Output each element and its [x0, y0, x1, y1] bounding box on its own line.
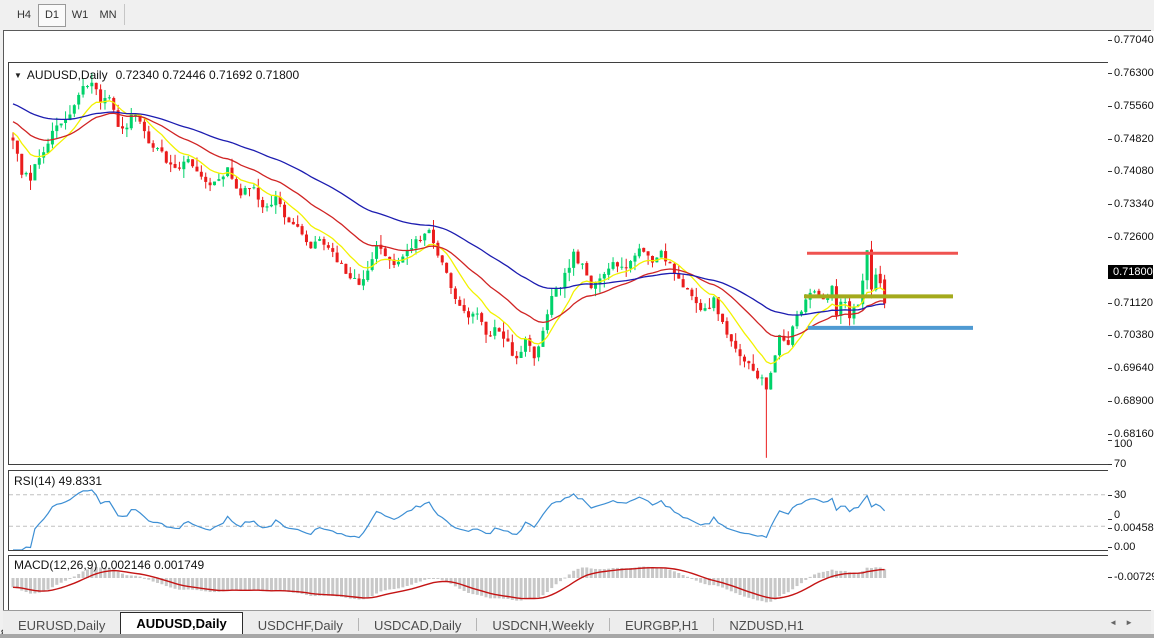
tabs-scroll-right-icon[interactable]: ►: [1125, 618, 1141, 627]
tabs-scroll-left-icon[interactable]: ◄: [1109, 618, 1125, 627]
rsi-tick-label: 100: [1114, 438, 1132, 450]
candlesticks-group: [12, 73, 887, 458]
macd-tick-label: -0.007292: [1114, 571, 1154, 583]
price-axis[interactable]: 0.77040 0.76300 0.75560 0.74820 0.74080 0.733…: [1108, 31, 1154, 610]
macd-tick-mark: [1108, 577, 1112, 578]
chart-title: ▼ AUDUSD,Daily 0.72340 0.72446 0.71692 0.7…: [14, 68, 299, 82]
tab-usdcad-daily[interactable]: USDCAD,Daily: [359, 616, 476, 635]
tab-eurusd-daily[interactable]: EURUSD,Daily: [3, 616, 120, 635]
price-tick-mark: [1108, 368, 1112, 369]
price-tick-label: 0.74820: [1114, 133, 1154, 145]
moving-average-ma-mid-red: [13, 113, 885, 337]
chart-window-frame: ▼ AUDUSD,Daily 0.72340 0.72446 0.71692 0.7…: [3, 30, 1151, 634]
macd-tick-mark: [1108, 547, 1112, 548]
main-chart-pane[interactable]: [8, 62, 1113, 465]
price-tick-mark: [1108, 237, 1112, 238]
price-tick-label: 0.71120: [1114, 297, 1153, 309]
timeframe-toolbar: H4D1W1MN: [0, 0, 1154, 30]
price-tick-mark: [1108, 73, 1112, 74]
timeframe-button-d1[interactable]: D1: [38, 4, 66, 27]
tab-eurgbp-h1[interactable]: EURGBP,H1: [610, 616, 713, 635]
timeframe-button-mn[interactable]: MN: [94, 4, 122, 27]
macd-tick-label: 0.00: [1114, 541, 1135, 553]
price-tick-label: 0.72600: [1114, 231, 1154, 243]
chart-tab-bar: EURUSD,DailyAUDUSD,DailyUSDCHF,DailyUSDC…: [3, 610, 1151, 635]
price-tick-label: 0.76300: [1114, 67, 1154, 79]
window-bottom-edge: [0, 634, 1154, 638]
tab-audusd-daily[interactable]: AUDUSD,Daily: [120, 612, 242, 635]
macd-tick-label: 0.004583: [1114, 522, 1154, 534]
price-tick-mark: [1108, 401, 1112, 402]
candlestick-chart[interactable]: [9, 63, 1112, 464]
macd-tick-mark: [1108, 528, 1112, 529]
price-tick-mark: [1108, 40, 1112, 41]
tab-nzdusd-h1[interactable]: NZDUSD,H1: [714, 616, 818, 635]
price-tick-mark: [1108, 335, 1112, 336]
price-tick-label: 0.69640: [1114, 362, 1154, 374]
price-tick-mark: [1108, 434, 1112, 435]
rsi-tick-mark: [1108, 519, 1112, 520]
macd-indicator-label: MACD(12,26,9) 0.002146 0.001749: [14, 558, 204, 572]
price-tick-mark: [1108, 303, 1112, 304]
price-tick-mark: [1108, 204, 1112, 205]
rsi-indicator-label: RSI(14) 49.8331: [14, 474, 102, 488]
rsi-tick-label: 70: [1114, 458, 1126, 470]
price-tick-label: 0.68900: [1114, 395, 1154, 407]
rsi-line: [13, 490, 885, 550]
chart-title-symbol: AUDUSD,Daily: [27, 68, 108, 82]
price-tick-label: 0.70380: [1114, 329, 1154, 341]
rsi-chart[interactable]: [9, 471, 1112, 550]
tab-scroll-arrows[interactable]: ◄►: [1109, 618, 1141, 627]
rsi-tick-mark: [1108, 495, 1112, 496]
price-tick-mark: [1108, 139, 1112, 140]
moving-average-ma-fast-yellow: [13, 101, 885, 364]
chart-collapse-icon[interactable]: ▼: [14, 71, 22, 80]
timeframe-button-w1[interactable]: W1: [66, 4, 94, 27]
toolbar-separator: [124, 4, 125, 25]
rsi-tick-mark: [1108, 440, 1112, 441]
price-tick-label: 0.77040: [1114, 34, 1154, 46]
price-tick-mark: [1108, 106, 1112, 107]
trading-terminal-window: H4D1W1MN ▼ AUDUSD,Daily 0.72340 0.72446 0.…: [0, 0, 1154, 638]
rsi-tick-label: 0: [1114, 509, 1120, 521]
tab-usdcnh-weekly[interactable]: USDCNH,Weekly: [477, 616, 609, 635]
price-tick-label: 0.75560: [1114, 100, 1154, 112]
tab-usdchf-daily[interactable]: USDCHF,Daily: [243, 616, 358, 635]
chart-title-ohlc: 0.72340 0.72446 0.71692 0.71800: [116, 68, 300, 82]
price-tick-label: 0.74080: [1114, 165, 1154, 177]
price-tick-mark: [1108, 171, 1112, 172]
rsi-pane[interactable]: [8, 470, 1113, 551]
rsi-tick-mark: [1108, 464, 1112, 465]
price-tick-label: 0.73340: [1114, 198, 1154, 210]
current-price-badge: 0.71800: [1108, 265, 1153, 279]
timeframe-button-h4[interactable]: H4: [10, 4, 38, 27]
moving-average-ma-slow-blue: [13, 104, 885, 315]
rsi-tick-label: 30: [1114, 489, 1126, 501]
